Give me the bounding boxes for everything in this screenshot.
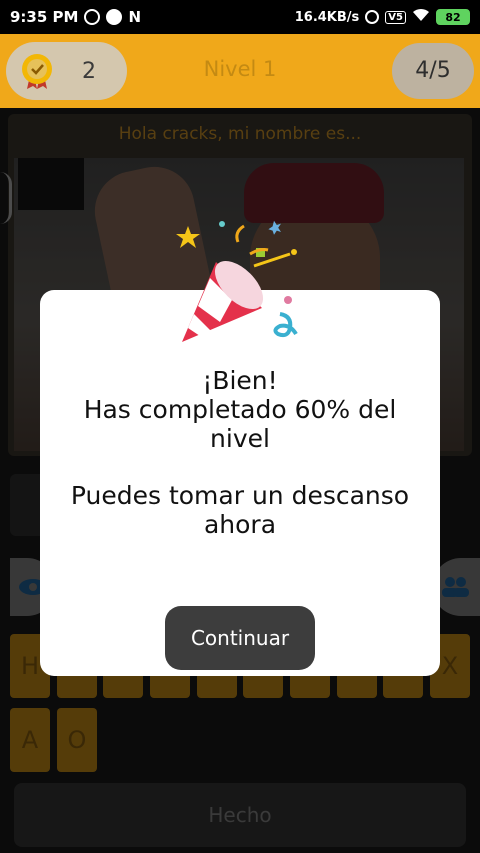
dialog-message: Puedes tomar un descanso ahora bbox=[40, 481, 440, 539]
status-bar: 9:35 PM N 16.4KB/s V5 82 bbox=[0, 0, 480, 34]
top-app-bar: 2 Nivel 1 4/5 bbox=[0, 34, 480, 108]
party-popper-icon bbox=[176, 220, 298, 342]
dialog-message-line: Puedes tomar un descanso bbox=[70, 481, 410, 510]
volte-label: V bbox=[388, 11, 397, 23]
volte-badge: V5 bbox=[385, 10, 406, 24]
status-time: 9:35 PM bbox=[10, 8, 79, 26]
battery-indicator: 82 bbox=[436, 9, 470, 25]
progress-pill: 4/5 bbox=[392, 43, 474, 99]
dialog-title: ¡Bien! Has completado 60% del nivel bbox=[40, 366, 440, 453]
whatsapp-icon bbox=[84, 9, 101, 25]
dialog-message-line: ahora bbox=[203, 510, 277, 539]
alarm-icon bbox=[365, 10, 380, 24]
volte-number: 5 bbox=[396, 11, 403, 23]
network-speed: 16.4KB/s bbox=[294, 9, 360, 25]
n-notification-icon: N bbox=[128, 8, 142, 26]
dialog-title-line: nivel bbox=[210, 424, 270, 453]
dialog-title-line: ¡Bien! bbox=[202, 366, 278, 395]
continue-button[interactable]: Continuar bbox=[165, 606, 315, 670]
dialog-title-line: Has completado 60% del bbox=[83, 395, 397, 424]
wifi-icon bbox=[412, 8, 430, 26]
messenger-icon bbox=[106, 9, 123, 25]
